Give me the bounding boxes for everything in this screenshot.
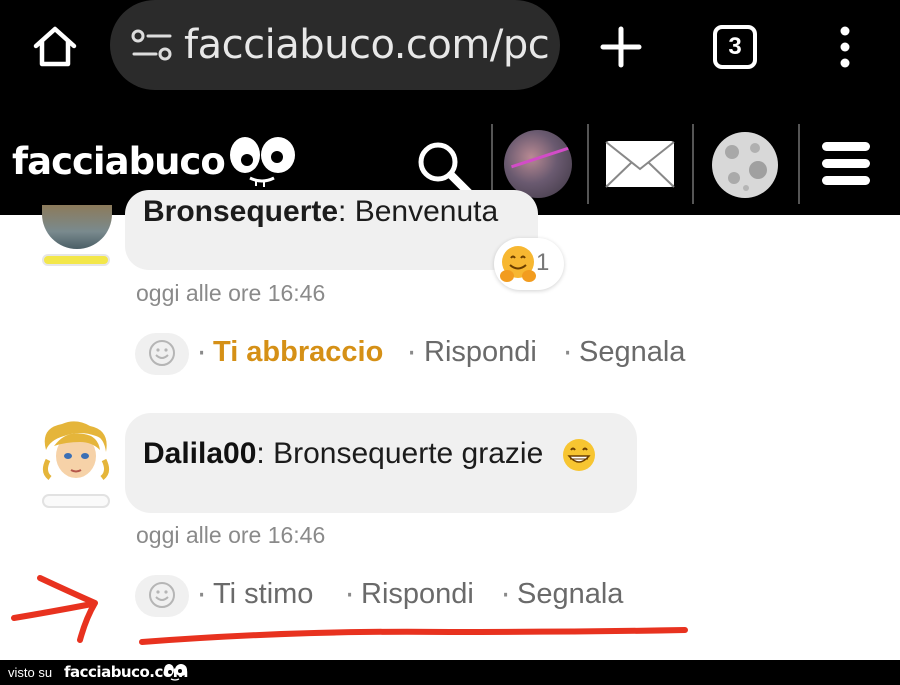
reply-link[interactable]: Rispondi [424, 336, 537, 369]
logo-eyes-icon [230, 137, 295, 187]
nav-divider [587, 124, 589, 204]
nav-divider [692, 124, 694, 204]
separator-dot: · [197, 336, 207, 370]
home-icon[interactable] [30, 22, 80, 72]
react-button[interactable] [135, 333, 189, 375]
profile-avatar[interactable] [504, 130, 572, 198]
reaction-badge[interactable]: 1 [494, 238, 564, 290]
user-level-bar [42, 494, 110, 508]
separator-dot: · [407, 336, 417, 370]
browser-toolbar: facciabuco.com/pc 3 [0, 0, 900, 112]
nav-divider [798, 124, 800, 204]
tab-switcher-button[interactable]: 3 [713, 25, 757, 69]
smiley-icon [149, 340, 175, 366]
new-tab-icon[interactable] [596, 22, 646, 72]
comment-text: Bronsequerte: Benvenuta [143, 195, 499, 228]
more-options-icon[interactable] [830, 22, 860, 72]
avatar[interactable] [40, 420, 112, 486]
grinning-face-icon [563, 439, 595, 471]
avatar[interactable] [42, 205, 112, 249]
annotation-arrow-underline [11, 575, 688, 645]
address-bar[interactable]: facciabuco.com/pc [110, 0, 560, 90]
footer-watermark: visto su facciabuco.com [0, 660, 900, 685]
site-settings-icon[interactable] [130, 28, 174, 62]
site-logo[interactable]: facciabuco [12, 140, 226, 183]
hug-action-link[interactable]: Ti abbraccio [213, 336, 383, 369]
mail-icon[interactable] [604, 139, 676, 189]
comment-timestamp: oggi alle ore 16:46 [136, 280, 326, 306]
hamburger-menu-icon[interactable] [820, 138, 872, 190]
report-link[interactable]: Segnala [579, 336, 685, 369]
user-level-bar [42, 254, 110, 266]
moon-notifications-icon[interactable] [710, 130, 780, 200]
comment-author[interactable]: Dalila00 [143, 437, 256, 470]
hugging-face-icon [500, 246, 536, 282]
comment-bubble: Bronsequerte: Benvenuta [125, 190, 538, 270]
comment-author[interactable]: Bronsequerte [143, 195, 338, 228]
separator-dot: · [563, 336, 573, 370]
comment-bubble: Dalila00: Bronsequerte grazie [125, 413, 637, 513]
comment-timestamp: oggi alle ore 16:46 [136, 522, 326, 548]
url-text[interactable]: facciabuco.com/pc [184, 20, 550, 70]
reaction-count: 1 [536, 249, 550, 276]
comment-text: Dalila00: Bronsequerte grazie [143, 437, 544, 470]
logo-eyes-icon [164, 664, 187, 681]
footer-visto-text: visto su [8, 665, 53, 680]
